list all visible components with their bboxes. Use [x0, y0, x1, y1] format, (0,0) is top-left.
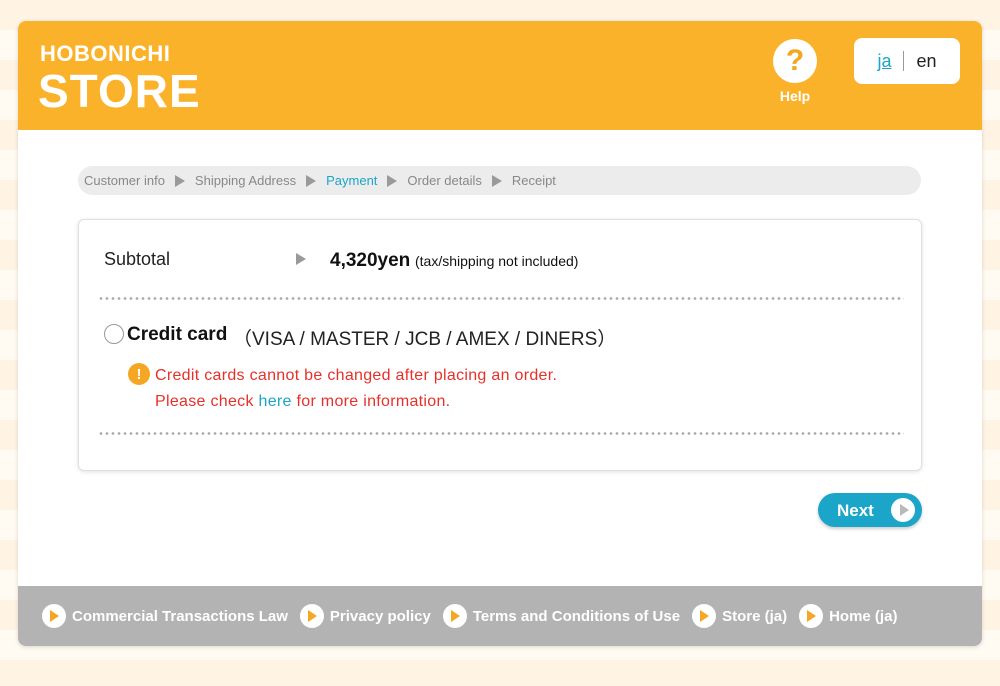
help-label: Help	[779, 88, 811, 104]
footer-link-label: Home (ja)	[829, 607, 898, 625]
checkout-progress: Customer info Shipping Address Payment O…	[78, 166, 921, 195]
step-arrow-icon	[491, 174, 502, 187]
footer-link-commercial-law[interactable]: Commercial Transactions Law	[42, 604, 288, 628]
step-order-details: Order details	[407, 173, 482, 188]
lang-ja-link[interactable]: ja	[877, 51, 891, 72]
footer-link-privacy[interactable]: Privacy policy	[299, 604, 431, 628]
credit-card-label[interactable]: Credit card	[127, 324, 227, 346]
arrow-circle-icon	[799, 604, 824, 628]
header-bar: HOBONICHI STORE ? Help ja en	[18, 21, 982, 130]
dotted-divider	[98, 297, 904, 300]
step-arrow-icon	[387, 174, 398, 187]
footer-link-label: Terms and Conditions of Use	[472, 607, 681, 625]
dotted-divider	[98, 432, 904, 435]
footer-link-store[interactable]: Store (ja)	[692, 604, 787, 628]
next-button[interactable]: Next	[818, 493, 922, 527]
warning-more-info: Please check here for more information.	[155, 393, 450, 411]
footer-link-label: Privacy policy	[329, 607, 431, 625]
subtotal-arrow-icon	[296, 253, 306, 265]
step-receipt: Receipt	[511, 173, 556, 188]
language-switcher: ja en	[854, 38, 960, 84]
step-payment: Payment	[326, 173, 378, 188]
warning-icon: !	[128, 363, 150, 385]
warning-prefix: Please check	[155, 393, 259, 410]
card-brands-text: （VISA / MASTER / JCB / AMEX / DINERS）	[233, 329, 617, 350]
lang-en-link[interactable]: en	[916, 51, 936, 72]
play-arrow-icon	[891, 498, 915, 522]
warning-text: Credit cards cannot be changed after pla…	[155, 367, 558, 384]
question-icon: ?	[773, 39, 817, 83]
help-button[interactable]: ? Help	[770, 39, 820, 104]
next-label: Next	[837, 501, 874, 520]
step-arrow-icon	[174, 174, 185, 187]
subtotal-label: Subtotal	[104, 249, 171, 269]
payment-panel: Subtotal 4,320yen (tax/shipping not incl…	[78, 219, 922, 471]
credit-card-radio[interactable]	[104, 324, 124, 344]
arrow-circle-icon	[692, 604, 717, 628]
arrow-circle-icon	[42, 604, 66, 628]
footer-link-label: Store (ja)	[722, 607, 788, 625]
footer-bar: Commercial Transactions Law Privacy poli…	[18, 586, 982, 646]
arrow-circle-icon	[442, 604, 467, 628]
logo-store[interactable]: STORE	[38, 64, 201, 118]
arrow-circle-icon	[299, 604, 324, 628]
footer-link-terms[interactable]: Terms and Conditions of Use	[442, 604, 681, 628]
subtotal-value: 4,320yen	[330, 250, 411, 271]
lang-divider	[903, 51, 905, 71]
step-arrow-icon	[306, 174, 317, 187]
here-link[interactable]: here	[259, 393, 292, 410]
footer-link-label: Commercial Transactions Law	[72, 607, 288, 625]
subtotal-note: (tax/shipping not included)	[415, 253, 579, 269]
warning-suffix: for more information.	[291, 393, 451, 410]
footer-link-home[interactable]: Home (ja)	[799, 604, 897, 628]
store-card: HOBONICHI STORE ? Help ja en Customer in…	[18, 21, 982, 646]
step-customer-info: Customer info	[84, 173, 165, 188]
step-shipping-address: Shipping Address	[194, 173, 297, 188]
